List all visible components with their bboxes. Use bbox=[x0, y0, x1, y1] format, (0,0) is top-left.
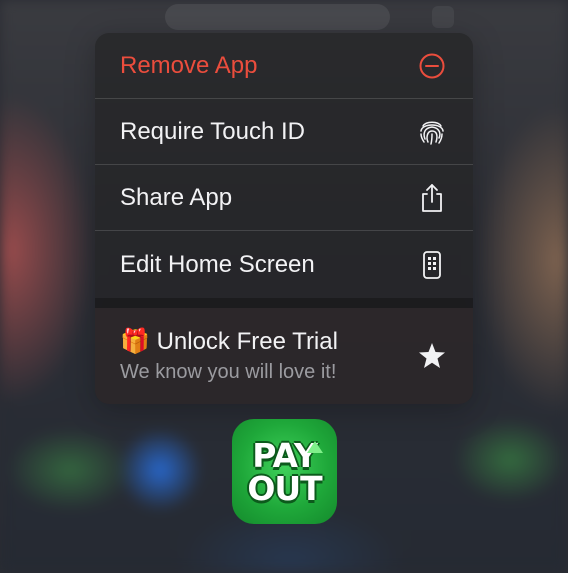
edit-home-screen-button[interactable]: Edit Home Screen bbox=[95, 231, 473, 298]
unlock-free-trial-label: Unlock Free Trial bbox=[156, 328, 338, 355]
unlock-free-trial-button[interactable]: 🎁 Unlock Free Trial We know you will lov… bbox=[95, 308, 473, 404]
star-icon bbox=[417, 341, 447, 371]
share-icon bbox=[417, 183, 447, 213]
blurred-search-bar bbox=[165, 4, 390, 30]
minus-circle-icon bbox=[417, 51, 447, 81]
context-menu: Remove App Require Touch ID Share App Ed… bbox=[95, 33, 473, 404]
fingerprint-icon bbox=[417, 117, 447, 147]
remove-app-button[interactable]: Remove App bbox=[95, 33, 473, 99]
phone-icon bbox=[417, 250, 447, 280]
app-icon-text-line2: OUT bbox=[247, 468, 322, 508]
share-app-button[interactable]: Share App bbox=[95, 165, 473, 231]
remove-app-label: Remove App bbox=[120, 51, 258, 79]
edit-home-screen-label: Edit Home Screen bbox=[120, 250, 315, 278]
menu-section-divider bbox=[95, 298, 473, 308]
promo-title: 🎁 Unlock Free Trial bbox=[120, 327, 338, 357]
require-touch-id-button[interactable]: Require Touch ID bbox=[95, 99, 473, 165]
arrow-up-icon bbox=[307, 441, 323, 453]
blurred-widget bbox=[432, 6, 454, 28]
payout-app-icon[interactable]: PAY OUT bbox=[232, 419, 337, 524]
require-touch-id-label: Require Touch ID bbox=[120, 117, 305, 145]
gift-emoji-icon: 🎁 bbox=[120, 328, 150, 355]
promo-text-group: 🎁 Unlock Free Trial We know you will lov… bbox=[120, 327, 338, 385]
promo-subtitle: We know you will love it! bbox=[120, 361, 337, 383]
share-app-label: Share App bbox=[120, 183, 233, 211]
